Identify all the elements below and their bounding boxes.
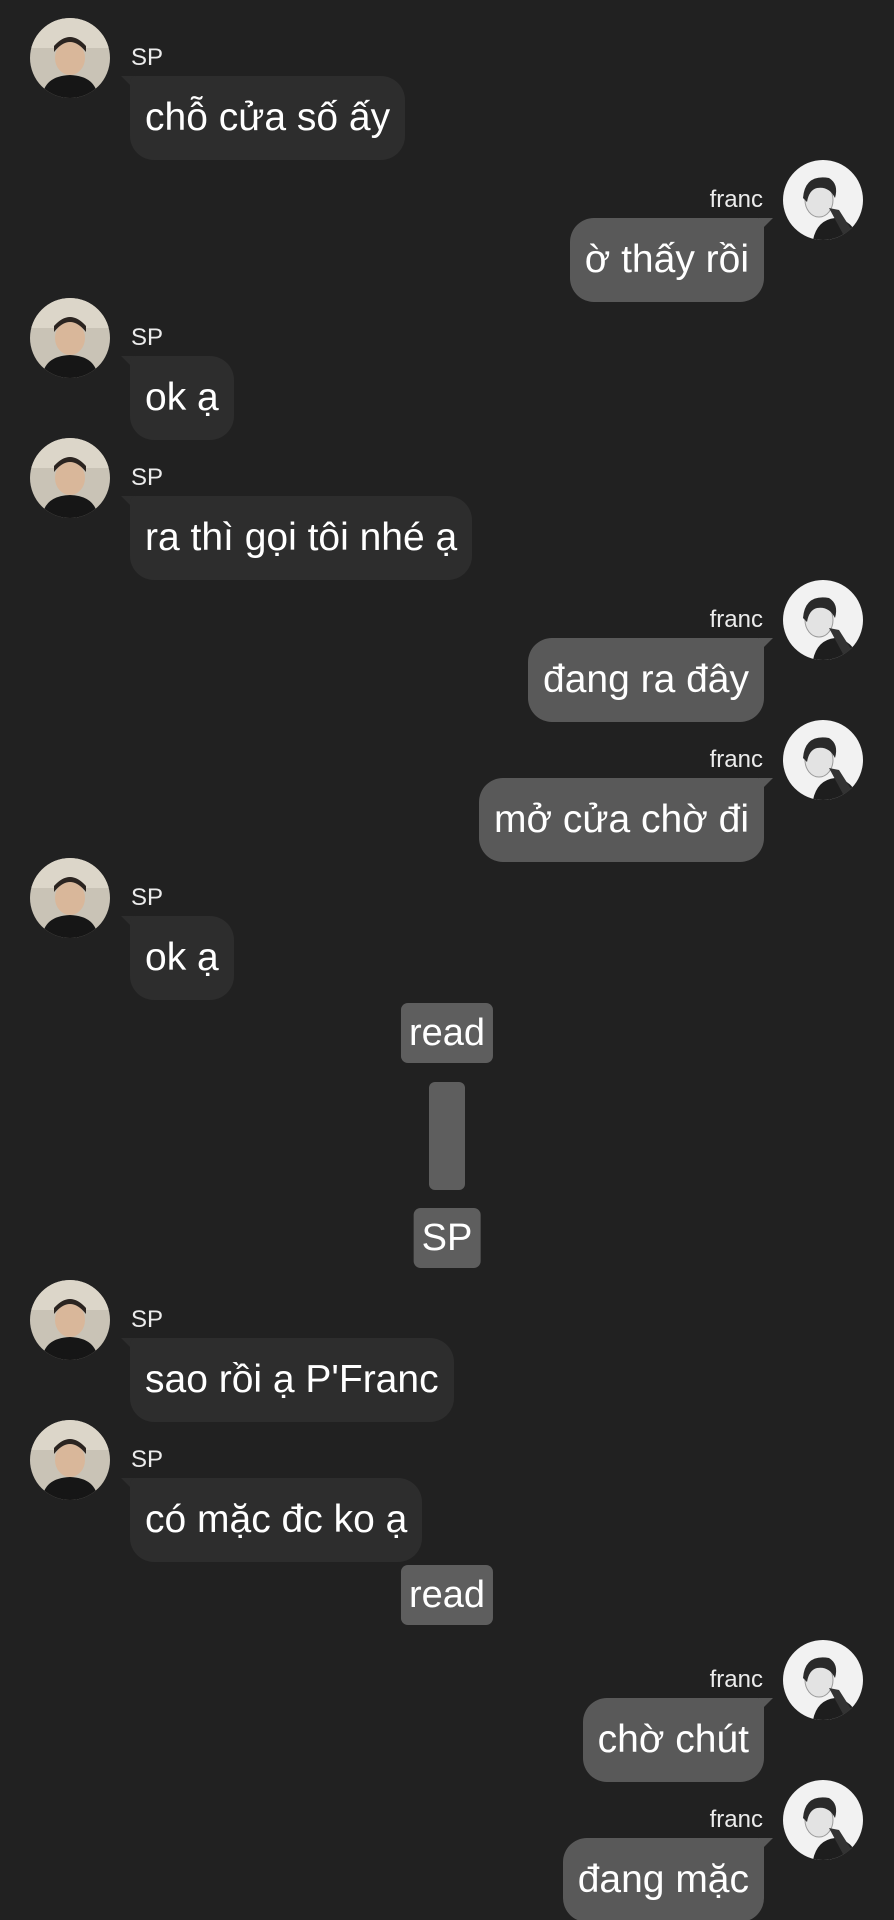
franc-avatar-icon[interactable] bbox=[783, 720, 863, 800]
sp-avatar-icon[interactable] bbox=[30, 18, 110, 98]
sender-name: SP bbox=[131, 44, 164, 71]
message-row: franc chờ chút bbox=[0, 1640, 894, 1782]
chat-thread: SP chỗ cửa số ấy franc ờ thấy rồi SP ok … bbox=[0, 0, 894, 1920]
message-row: franc đang ra đây bbox=[0, 580, 894, 722]
scrollbar-thumb[interactable] bbox=[429, 1082, 465, 1190]
message-row: SP sao rồi ạ P'Franc bbox=[0, 1280, 894, 1422]
sender-name: franc bbox=[709, 1806, 763, 1833]
sender-name: franc bbox=[709, 1666, 763, 1693]
message-bubble[interactable]: chỗ cửa số ấy bbox=[130, 76, 406, 160]
message-row: SP có mặc đc ko ạ bbox=[0, 1420, 894, 1562]
sender-name: franc bbox=[709, 186, 763, 213]
read-receipt: read bbox=[400, 1003, 494, 1063]
sender-name: SP bbox=[131, 884, 164, 911]
franc-avatar-icon[interactable] bbox=[783, 1780, 863, 1860]
message-row: SP ok ạ bbox=[0, 858, 894, 1000]
message-bubble[interactable]: đang mặc bbox=[562, 1838, 764, 1920]
message-bubble[interactable]: ra thì gọi tôi nhé ạ bbox=[130, 496, 473, 580]
message-bubble[interactable]: ok ạ bbox=[130, 356, 234, 440]
message-row: SP ok ạ bbox=[0, 298, 894, 440]
message-bubble[interactable]: mở cửa chờ đi bbox=[479, 778, 764, 862]
franc-avatar-icon[interactable] bbox=[783, 580, 863, 660]
message-row: SP chỗ cửa số ấy bbox=[0, 18, 894, 160]
message-bubble[interactable]: chờ chút bbox=[582, 1698, 764, 1782]
message-bubble[interactable]: có mặc đc ko ạ bbox=[130, 1478, 423, 1562]
message-bubble[interactable]: ờ thấy rồi bbox=[569, 218, 764, 302]
sender-name: SP bbox=[131, 464, 164, 491]
sender-chip: SP bbox=[413, 1208, 481, 1268]
sp-avatar-icon[interactable] bbox=[30, 858, 110, 938]
message-row: SP ra thì gọi tôi nhé ạ bbox=[0, 438, 894, 580]
sp-avatar-icon[interactable] bbox=[30, 438, 110, 518]
sender-name: SP bbox=[131, 1306, 164, 1333]
sender-name: franc bbox=[709, 746, 763, 773]
sp-avatar-icon[interactable] bbox=[30, 1420, 110, 1500]
message-bubble[interactable]: sao rồi ạ P'Franc bbox=[130, 1338, 454, 1422]
message-row: franc đang mặc bbox=[0, 1780, 894, 1920]
message-bubble[interactable]: ok ạ bbox=[130, 916, 234, 1000]
message-row: franc mở cửa chờ đi bbox=[0, 720, 894, 862]
message-bubble[interactable]: đang ra đây bbox=[528, 638, 764, 722]
message-row: franc ờ thấy rồi bbox=[0, 160, 894, 302]
sp-avatar-icon[interactable] bbox=[30, 1280, 110, 1360]
sender-name: SP bbox=[131, 1446, 164, 1473]
sp-avatar-icon[interactable] bbox=[30, 298, 110, 378]
franc-avatar-icon[interactable] bbox=[783, 1640, 863, 1720]
read-receipt: read bbox=[400, 1565, 494, 1625]
franc-avatar-icon[interactable] bbox=[783, 160, 863, 240]
sender-name: SP bbox=[131, 324, 164, 351]
sender-name: franc bbox=[709, 606, 763, 633]
